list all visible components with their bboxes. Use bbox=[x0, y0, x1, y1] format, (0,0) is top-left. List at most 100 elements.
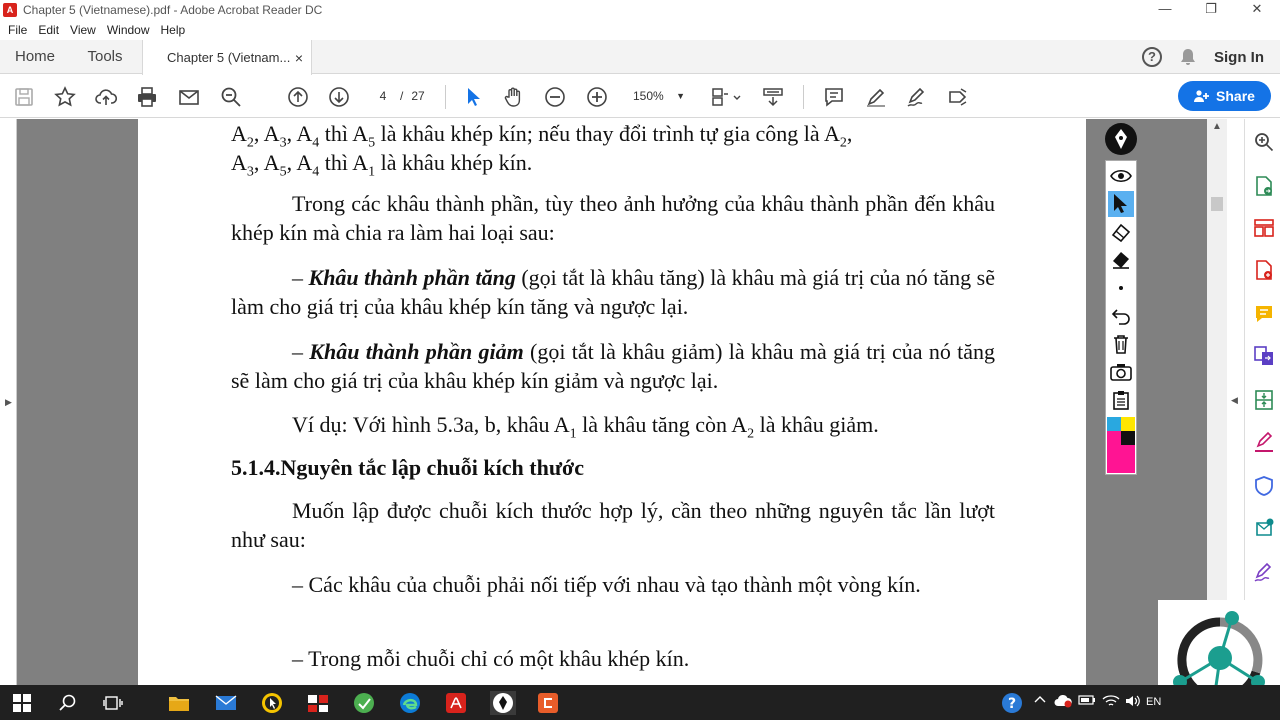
menu-bar: File Edit View Window Help bbox=[0, 20, 1280, 40]
floating-annotation-toolbar bbox=[1105, 120, 1137, 475]
mail-icon[interactable] bbox=[214, 691, 238, 715]
help-icon[interactable]: ? bbox=[1142, 47, 1162, 67]
edge-browser-icon[interactable] bbox=[398, 691, 422, 715]
camera-icon[interactable] bbox=[1108, 359, 1134, 385]
dot-size-icon[interactable] bbox=[1108, 275, 1134, 301]
page-navigator: 4 / 27 bbox=[366, 84, 425, 108]
acrobat-taskbar-icon[interactable] bbox=[444, 691, 468, 715]
comment-tool-icon[interactable] bbox=[1253, 303, 1275, 325]
share-button[interactable]: Share bbox=[1178, 81, 1271, 111]
comment-icon[interactable] bbox=[822, 85, 846, 109]
left-navigation-panel[interactable]: ▶ bbox=[0, 119, 17, 685]
color-swatch-yellow[interactable] bbox=[1121, 417, 1135, 431]
more-tools-icon[interactable] bbox=[946, 85, 970, 109]
send-for-review-icon[interactable] bbox=[1253, 517, 1275, 539]
color-swatch-cyan[interactable] bbox=[1107, 417, 1121, 431]
undo-icon[interactable] bbox=[1108, 303, 1134, 329]
highlight-pen-icon[interactable] bbox=[864, 85, 888, 109]
tab-document-label: Chapter 5 (Vietnam... bbox=[167, 50, 291, 65]
help-tray-icon[interactable]: ? bbox=[1000, 691, 1024, 715]
select-cursor-icon[interactable] bbox=[461, 85, 485, 109]
clipboard-icon[interactable] bbox=[1108, 387, 1134, 413]
minimize-button[interactable]: — bbox=[1142, 0, 1188, 20]
expand-left-panel-icon[interactable]: ▶ bbox=[5, 397, 12, 408]
create-pdf-icon[interactable] bbox=[1253, 259, 1275, 281]
menu-help[interactable]: Help bbox=[161, 23, 186, 37]
zoom-in-icon[interactable] bbox=[585, 85, 609, 109]
tab-document[interactable]: Chapter 5 (Vietnam... × bbox=[142, 40, 312, 75]
bookmark-star-icon[interactable] bbox=[53, 85, 77, 109]
maximize-button[interactable]: ❐ bbox=[1188, 0, 1234, 20]
paragraph-rule-2: – Trong mỗi chuỗi chỉ có một khâu khép k… bbox=[292, 646, 690, 671]
organize-pages-icon[interactable] bbox=[1253, 217, 1275, 239]
search-zoom-icon[interactable] bbox=[219, 85, 243, 109]
close-window-button[interactable]: ✕ bbox=[1234, 0, 1280, 20]
tab-close-icon[interactable]: × bbox=[295, 50, 303, 66]
svg-text:?: ? bbox=[1008, 696, 1016, 712]
eye-icon[interactable] bbox=[1108, 163, 1134, 189]
tray-cloud-icon[interactable] bbox=[1054, 694, 1072, 711]
tab-tools[interactable]: Tools bbox=[70, 48, 140, 65]
paragraph-2: Trong các khâu thành phần, tùy theo ảnh … bbox=[231, 191, 995, 245]
section-heading: 5.1.4.Nguyên tắc lập chuỗi kích thước bbox=[231, 455, 584, 480]
tray-battery-icon[interactable] bbox=[1078, 694, 1096, 709]
language-indicator[interactable]: EN bbox=[1146, 696, 1161, 708]
menu-file[interactable]: File bbox=[8, 23, 27, 37]
previous-page-icon[interactable] bbox=[286, 85, 310, 109]
toolbar-divider bbox=[803, 85, 804, 109]
page-display-icon[interactable] bbox=[709, 85, 743, 109]
sign-pen-icon[interactable] bbox=[905, 85, 929, 109]
pen-app-taskbar-icon[interactable] bbox=[490, 691, 516, 715]
menu-view[interactable]: View bbox=[70, 23, 96, 37]
save-icon[interactable] bbox=[12, 85, 36, 109]
upload-cloud-icon[interactable] bbox=[94, 85, 118, 109]
clear-eraser-icon[interactable] bbox=[1108, 247, 1134, 273]
share-users-icon bbox=[1194, 90, 1210, 102]
edit-pen-icon[interactable] bbox=[1253, 561, 1275, 583]
next-page-icon[interactable] bbox=[327, 85, 351, 109]
scroll-up-icon[interactable]: ▲ bbox=[1212, 121, 1222, 132]
color-swatch-magenta[interactable] bbox=[1107, 431, 1121, 445]
sign-in-link[interactable]: Sign In bbox=[1214, 49, 1264, 66]
notification-bell-icon[interactable] bbox=[1180, 48, 1196, 66]
collapse-right-panel-icon[interactable]: ◀ bbox=[1231, 395, 1238, 406]
menu-window[interactable]: Window bbox=[107, 23, 150, 37]
paragraph-rule-1: – Các khâu của chuỗi phải nối tiếp với n… bbox=[292, 572, 921, 597]
file-explorer-icon[interactable] bbox=[167, 691, 191, 715]
tray-chevron-up-icon[interactable] bbox=[1034, 694, 1046, 707]
screen-recorder-icon[interactable] bbox=[536, 691, 560, 715]
eraser-icon[interactable] bbox=[1108, 219, 1134, 245]
pointer-app-icon[interactable] bbox=[260, 691, 284, 715]
protect-shield-icon[interactable] bbox=[1253, 475, 1275, 497]
print-icon[interactable] bbox=[135, 85, 159, 109]
task-view-icon[interactable] bbox=[101, 691, 125, 715]
windows-start-icon[interactable] bbox=[10, 691, 34, 715]
page-number-input[interactable]: 4 bbox=[366, 84, 400, 108]
menu-edit[interactable]: Edit bbox=[38, 23, 59, 37]
tray-wifi-icon[interactable] bbox=[1102, 694, 1120, 711]
tab-home[interactable]: Home bbox=[0, 48, 70, 65]
hand-tool-icon[interactable] bbox=[502, 85, 526, 109]
email-icon[interactable] bbox=[177, 85, 201, 109]
keyboard-scroll-icon[interactable] bbox=[761, 85, 785, 109]
trash-icon[interactable] bbox=[1108, 331, 1134, 357]
taskbar-search-icon[interactable] bbox=[56, 691, 80, 715]
office-app-icon[interactable] bbox=[306, 691, 330, 715]
export-pdf-icon[interactable] bbox=[1253, 175, 1275, 197]
tray-volume-icon[interactable] bbox=[1124, 694, 1142, 711]
green-app-icon[interactable] bbox=[352, 691, 376, 715]
combine-files-icon[interactable] bbox=[1253, 345, 1275, 367]
pen-nib-icon[interactable] bbox=[1105, 123, 1137, 155]
current-color-swatch[interactable] bbox=[1107, 445, 1135, 473]
search-tool-icon[interactable] bbox=[1253, 131, 1275, 153]
compress-pdf-icon[interactable] bbox=[1253, 389, 1275, 411]
scrollbar-thumb[interactable] bbox=[1211, 197, 1223, 211]
zoom-out-icon[interactable] bbox=[543, 85, 567, 109]
color-palette[interactable] bbox=[1107, 417, 1135, 473]
paragraph-principles: Muốn lập được chuỗi kích thước hợp lý, c… bbox=[231, 498, 995, 552]
fill-sign-icon[interactable] bbox=[1253, 431, 1275, 453]
color-swatch-black[interactable] bbox=[1121, 431, 1135, 445]
zoom-level-select[interactable]: 150% ▼ bbox=[625, 84, 691, 108]
pointer-arrow-icon[interactable] bbox=[1108, 191, 1134, 217]
share-label: Share bbox=[1216, 88, 1255, 104]
